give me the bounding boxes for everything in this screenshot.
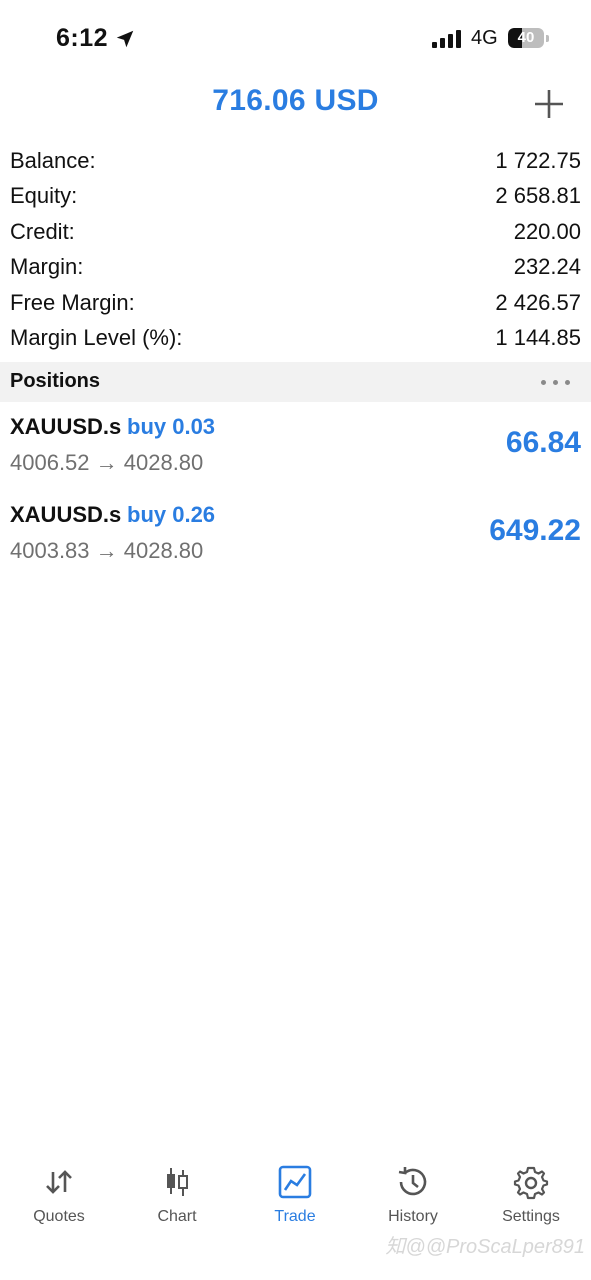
tab-label: Quotes	[33, 1208, 85, 1225]
summary-row-equity: Equity: 2 658.81	[0, 178, 591, 213]
summary-row-free-margin: Free Margin: 2 426.57	[0, 285, 591, 320]
tab-label: History	[388, 1208, 438, 1225]
tab-label: Trade	[274, 1208, 316, 1225]
position-symbol: XAUUSD.s	[10, 414, 122, 439]
summary-label: Free Margin:	[10, 289, 135, 315]
more-horizontal-icon[interactable]	[539, 372, 573, 392]
summary-row-credit: Credit: 220.00	[0, 214, 591, 249]
summary-label: Balance:	[10, 148, 96, 173]
watermark-text: 知@@ProScaLper891	[385, 1236, 585, 1258]
summary-value: 2 426.57	[495, 289, 581, 315]
tab-trade[interactable]: Trade	[236, 1164, 354, 1234]
tab-settings[interactable]: Settings	[472, 1164, 590, 1234]
candlestick-icon	[167, 1168, 188, 1196]
account-profit-title: 716.06 USD	[212, 84, 379, 117]
positions-title: Positions	[10, 370, 101, 392]
trade-screen: 6:12 4G 40 716.06 USD Balance: 1 722.75	[0, 0, 591, 1280]
summary-value: 1 722.75	[495, 148, 581, 173]
position-side: buy 0.03	[127, 414, 216, 439]
location-arrow-icon	[116, 30, 134, 48]
plus-icon[interactable]	[531, 86, 567, 122]
summary-row-margin-level: Margin Level (%): 1 144.85	[0, 320, 591, 355]
summary-label: Margin Level (%):	[10, 324, 183, 350]
position-row[interactable]: XAUUSD.s buy 0.03 4006.52 → 4028.80 66.8…	[0, 402, 591, 490]
cellular-signal-icon	[432, 30, 461, 48]
positions-section-header: Positions	[0, 362, 591, 402]
gear-icon	[513, 1166, 549, 1200]
position-row[interactable]: XAUUSD.s buy 0.26 4003.83 → 4028.80 649.…	[0, 490, 591, 578]
summary-value: 220.00	[513, 218, 581, 244]
summary-label: Credit:	[10, 218, 75, 244]
summary-label: Margin:	[10, 254, 84, 280]
tab-label: Chart	[157, 1208, 197, 1225]
position-prices: 4006.52 → 4028.80	[10, 450, 204, 475]
position-profit: 66.84	[505, 426, 581, 459]
summary-value: 232.24	[513, 254, 581, 280]
summary-value: 1 144.85	[495, 324, 581, 350]
summary-row-margin: Margin: 232.24	[0, 249, 591, 284]
battery-percent: 40	[517, 29, 535, 46]
tab-quotes[interactable]: Quotes	[0, 1164, 118, 1234]
quotes-arrows-icon	[46, 1170, 72, 1194]
history-icon	[398, 1167, 427, 1196]
status-bar: 6:12 4G 40	[0, 0, 591, 78]
bottom-tab-bar: Quotes Chart Trade History Settings	[0, 1150, 591, 1280]
summary-row-balance: Balance: 1 722.75	[0, 143, 591, 178]
summary-value: 2 658.81	[495, 183, 581, 209]
position-symbol: XAUUSD.s	[10, 502, 122, 527]
trade-chart-icon	[278, 1165, 312, 1199]
position-profit: 649.22	[489, 514, 581, 547]
tab-chart[interactable]: Chart	[118, 1164, 236, 1234]
tab-label: Settings	[502, 1208, 560, 1225]
tab-history[interactable]: History	[354, 1164, 472, 1234]
status-time: 6:12	[56, 24, 109, 52]
position-prices: 4003.83 → 4028.80	[10, 538, 204, 563]
summary-label: Equity:	[10, 183, 78, 209]
position-side: buy 0.26	[127, 502, 216, 527]
account-summary: Balance: 1 722.75 Equity: 2 658.81 Credi…	[0, 143, 591, 355]
network-type: 4G	[471, 27, 498, 49]
battery-icon: 40	[508, 28, 550, 50]
